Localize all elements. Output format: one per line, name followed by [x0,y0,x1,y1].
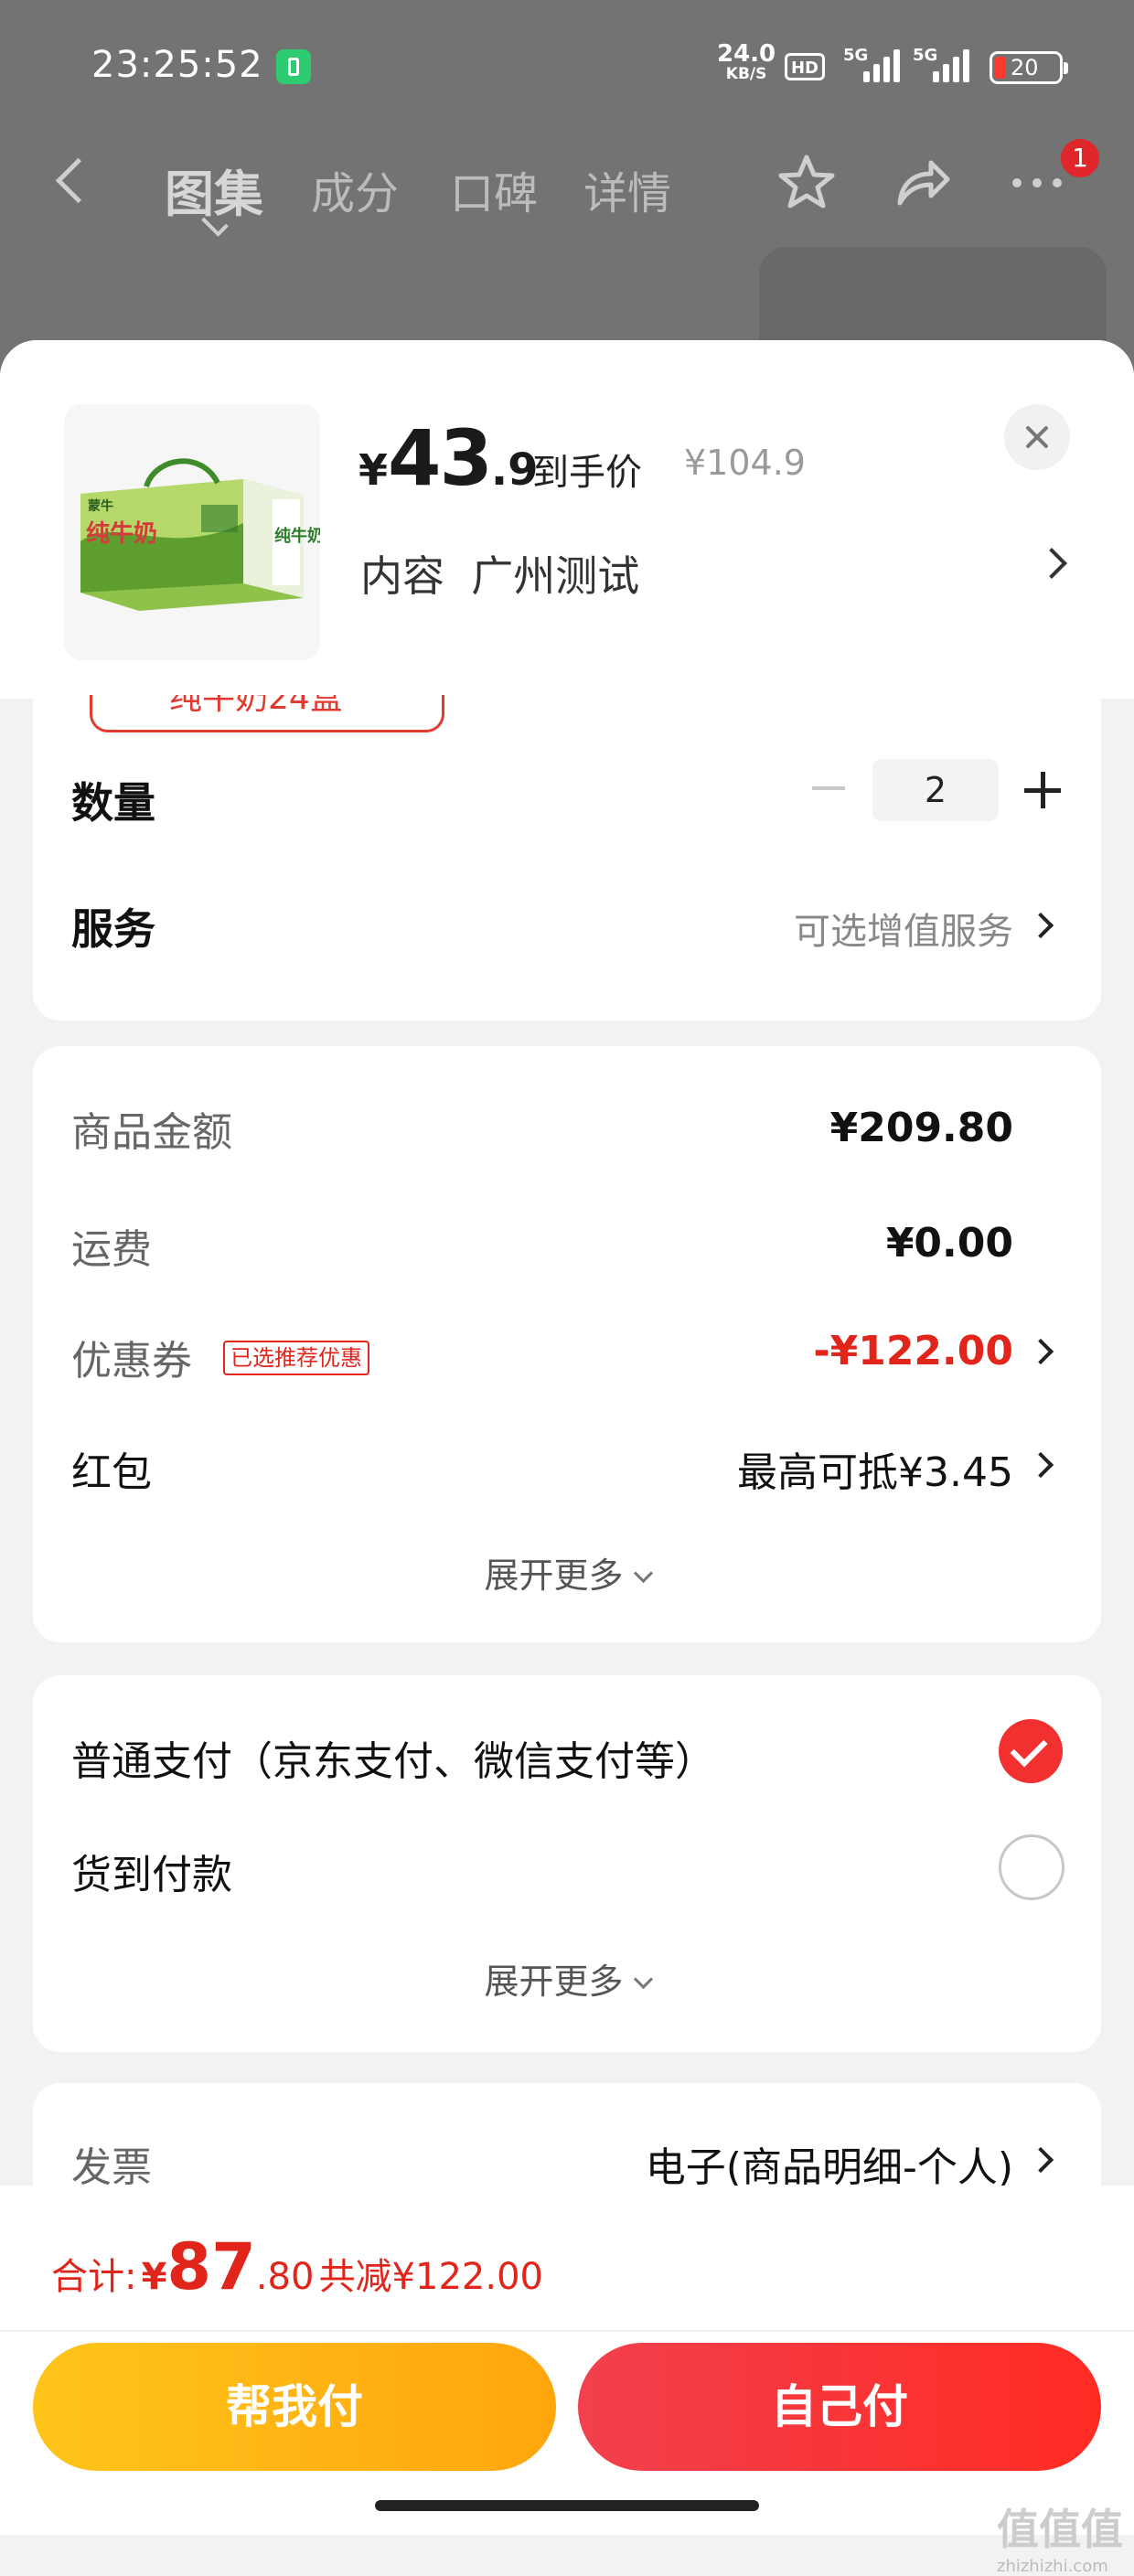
hd-icon: HD [785,53,825,80]
coupon-label: 优惠券 [71,1338,192,1384]
shipping-value: ¥0.00 [885,1220,1013,1267]
price-decimal: .9 [490,444,539,496]
payment-method-card: 普通支付（京东支付、微信支付等） 货到付款 展开更多 [33,1675,1101,2052]
redpacket-chevron-icon[interactable] [1027,1451,1054,1479]
signal-icon-1: 5G [843,46,904,82]
amounts-expand-more[interactable]: 展开更多 [33,1547,1101,1598]
payment-option-cod[interactable]: 货到付款 [71,1842,232,1900]
payment-option-normal[interactable]: 普通支付（京东支付、微信支付等） [71,1728,715,1787]
close-icon[interactable] [1004,404,1070,470]
price-currency: ¥ [358,445,389,495]
watermark-url: zhizhizhi.com [997,2557,1108,2576]
coupon-chevron-icon[interactable] [1027,1338,1054,1365]
milk-box-image: 蒙牛 纯牛奶 纯牛奶 [64,404,320,660]
product-thumbnail: 蒙牛 纯牛奶 纯牛奶 [64,404,320,660]
redpacket-label: 红包 [71,1449,152,1496]
shipping-label: 运费 [71,1226,152,1273]
network-speed: 24.0 KB/S [717,42,776,84]
chevron-down-icon [633,1563,653,1584]
battery-level: 20 [1011,55,1039,80]
watermark: 值值值 zhizhizhi.com [997,2496,1123,2576]
share-icon[interactable] [889,150,955,216]
box-title-text: 纯牛奶 [86,519,157,548]
payment-option-cod-radio[interactable] [999,1834,1064,1900]
final-price: ¥43.9 [358,413,539,503]
battery-icon: 20 [990,51,1068,84]
total-saved: 共减¥122.00 [318,2256,543,2298]
signal-2-label: 5G [913,46,938,65]
service-chevron-icon[interactable] [1027,912,1054,939]
payment-expand-label: 展开更多 [484,1961,624,2002]
box-brand-text: 蒙牛 [88,498,113,514]
help-me-pay-button[interactable]: 帮我付 [33,2343,556,2471]
tab-reviews[interactable]: 口碑 [450,157,538,221]
tab-ingredients[interactable]: 成分 [311,157,399,221]
home-indicator[interactable] [375,2500,759,2511]
selected-spec-chip[interactable]: 纯牛奶24盒 [90,695,444,732]
order-total: 合计: ¥87.80 共减¥122.00 [51,2229,543,2304]
coupon-recommended-tag: 已选推荐优惠 [223,1341,369,1375]
divider [0,2330,1134,2332]
notification-app-icon [276,49,311,84]
total-currency: ¥ [141,2256,167,2298]
pay-myself-button[interactable]: 自己付 [578,2343,1101,2471]
address-chevron-icon[interactable] [1036,548,1067,579]
status-bar: 23:25:52 24.0 KB/S HD 5G 5G 20 [0,0,1134,137]
quantity-input[interactable]: 2 [872,759,999,821]
quantity-plus-button[interactable] [1024,772,1061,808]
address-label: 内容 [360,551,444,601]
coupon-value[interactable]: -¥122.00 [813,1328,1013,1374]
star-favorite-icon[interactable] [774,150,840,216]
address-value: 广州测试 [471,551,640,601]
status-time: 23:25:52 [91,44,263,86]
price-tag-label: 到手价 [532,452,642,494]
invoice-label: 发票 [71,2144,152,2191]
amounts-card: 商品金额 ¥209.80 运费 ¥0.00 优惠券 已选推荐优惠 -¥122.0… [33,1046,1101,1642]
quantity-service-card: 纯牛奶24盒 数量 2 服务 可选增值服务 [33,695,1101,1021]
quantity-label: 数量 [71,778,155,828]
invoice-value[interactable]: 电子(商品明细-个人) [646,2134,1013,2193]
bottom-action-bar: 合计: ¥87.80 共减¥122.00 帮我付 自己付 值值值 zhizhiz… [0,2186,1134,2576]
payment-expand-more[interactable]: 展开更多 [33,1953,1101,2004]
amounts-expand-label: 展开更多 [484,1555,624,1596]
total-decimal: .80 [255,2256,315,2298]
service-value[interactable]: 可选增值服务 [794,902,1013,955]
total-integer: 87 [166,2229,256,2304]
signal-1-label: 5G [843,46,869,65]
price-integer: 43 [388,413,493,503]
invoice-chevron-icon[interactable] [1027,2146,1054,2174]
payment-option-normal-checked-radio[interactable] [999,1719,1063,1783]
tab-details[interactable]: 详情 [583,157,671,221]
chevron-down-icon [633,1969,653,1990]
more-notification-badge: 1 [1061,139,1099,177]
watermark-title: 值值值 [997,2505,1123,2554]
quantity-minus-button[interactable] [812,786,845,790]
goods-amount-label: 商品金额 [71,1109,232,1156]
service-label: 服务 [71,904,155,954]
goods-amount-value: ¥209.80 [829,1105,1013,1151]
redpacket-value[interactable]: 最高可抵¥3.45 [737,1439,1013,1498]
sheet-header: 蒙牛 纯牛奶 纯牛奶 ¥43.9 到手价 ¥104.9 内容 广州测试 [0,340,1134,699]
total-label: 合计: [51,2256,137,2298]
signal-icon-2: 5G [913,46,973,82]
spec-chip-label: 纯牛奶24盒 [169,695,343,717]
original-price: ¥104.9 [684,443,806,483]
delivery-address[interactable]: 内容 广州测试 [360,543,639,604]
box-side-title-text: 纯牛奶 [274,526,320,546]
